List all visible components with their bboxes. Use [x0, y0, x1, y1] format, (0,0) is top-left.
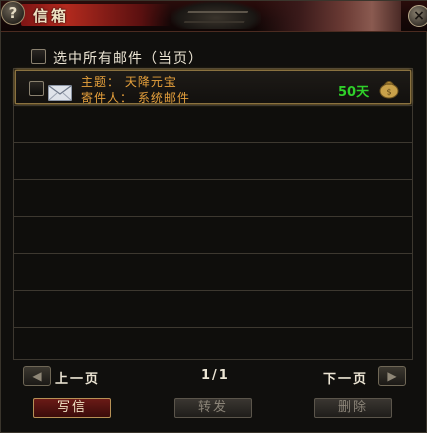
write-button[interactable]: 写信	[33, 398, 111, 418]
prev-page-label[interactable]: 上一页	[55, 368, 100, 387]
next-page-button[interactable]: ▶	[378, 366, 406, 386]
mail-subject: 主题： 天降元宝	[81, 75, 177, 89]
mail-list	[13, 68, 413, 360]
title-scenery	[256, 1, 401, 31]
mailbox-window: 信箱 ? × 选中所有邮件（当页） 主题： 天降元宝 寄件人： 系统邮件 50天…	[0, 0, 427, 433]
list-divider	[14, 142, 412, 143]
mail-sender: 寄件人： 系统邮件	[81, 91, 190, 105]
select-all-checkbox[interactable]	[31, 49, 46, 64]
list-divider	[14, 216, 412, 217]
list-divider	[14, 290, 412, 291]
arrow-left-icon: ◀	[32, 369, 42, 383]
help-icon[interactable]: ?	[1, 1, 25, 25]
list-divider	[14, 327, 412, 328]
list-divider	[14, 179, 412, 180]
forward-button[interactable]: 转发	[174, 398, 252, 418]
envelope-icon	[48, 85, 72, 101]
svg-text:$: $	[386, 88, 391, 97]
delete-button[interactable]: 删除	[314, 398, 392, 418]
select-all-label: 选中所有邮件（当页）	[53, 51, 203, 67]
prev-page-button[interactable]: ◀	[23, 366, 51, 386]
list-divider	[14, 105, 412, 106]
window-title: 信箱	[33, 7, 70, 25]
mail-days-left: 50天	[338, 85, 370, 100]
moneybag-icon: $	[379, 81, 399, 99]
page-indicator: 1/1	[201, 368, 230, 383]
next-page-label[interactable]: 下一页	[323, 368, 368, 387]
list-divider	[14, 253, 412, 254]
dragon-ornament	[171, 1, 261, 29]
pager: ◀ 上一页 1/1 下一页 ▶	[15, 363, 413, 387]
mail-checkbox[interactable]	[29, 81, 44, 96]
title-bar[interactable]: 信箱	[1, 1, 427, 32]
close-icon[interactable]: ×	[408, 5, 427, 27]
arrow-right-icon: ▶	[387, 369, 397, 383]
